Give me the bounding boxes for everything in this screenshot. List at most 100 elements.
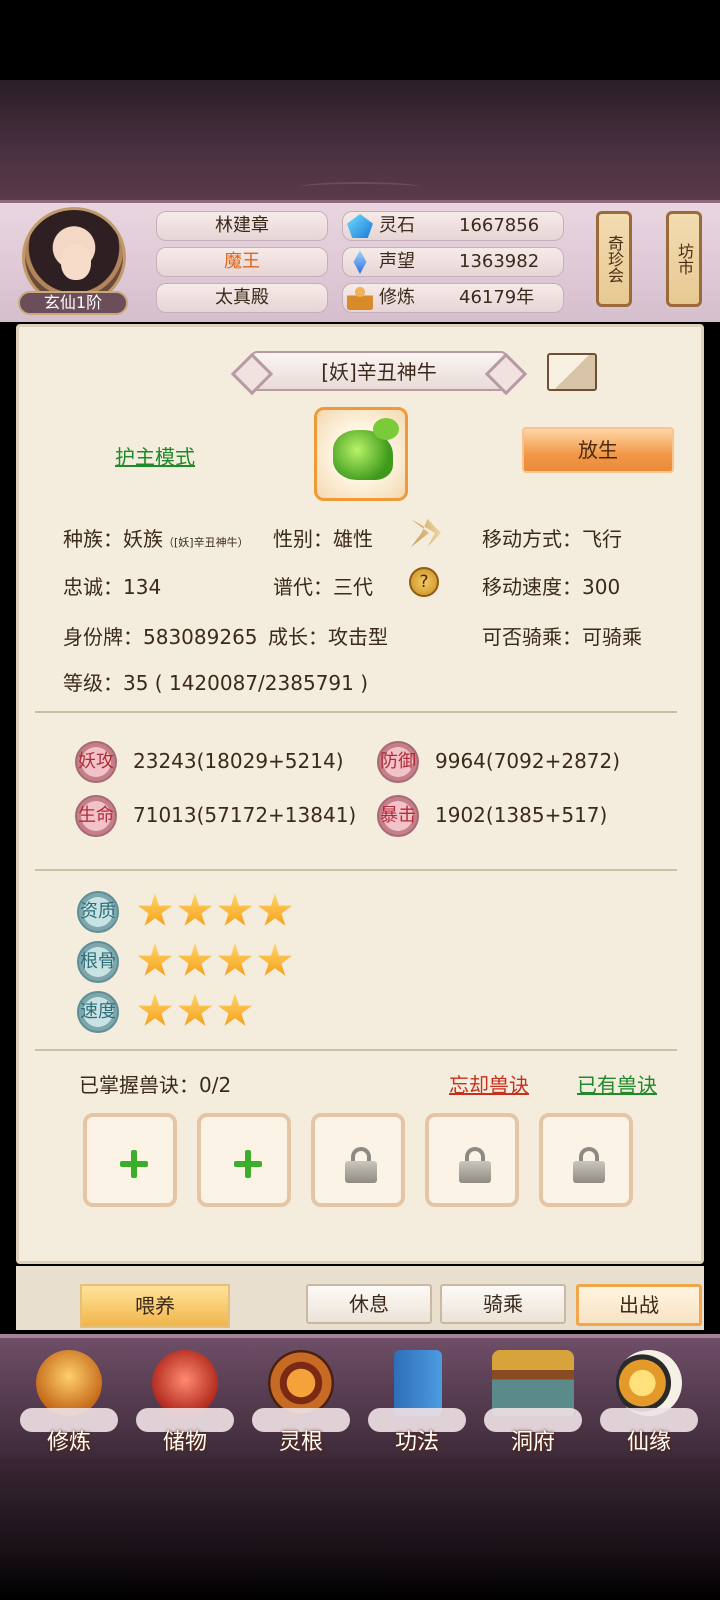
level-field: 等级：35 ( 1420087/2385791 )	[63, 671, 369, 695]
nav-spirit-root[interactable]: 灵根	[248, 1346, 354, 1456]
divider	[35, 1049, 677, 1051]
status-bar-area	[0, 0, 720, 80]
nav-label: 功法	[394, 1430, 439, 1455]
spirit-stone-icon	[347, 214, 373, 238]
generation-value: 三代	[333, 575, 373, 599]
skill-slot-add[interactable]	[197, 1113, 291, 1207]
star-icon	[217, 893, 253, 926]
move-speed-field: 移动速度：300	[482, 571, 620, 600]
avatar-face	[61, 244, 91, 280]
lock-icon	[573, 1147, 605, 1183]
ornament	[300, 182, 420, 192]
nav-label: 修炼	[46, 1430, 91, 1455]
crit-value: 1902(1385+517)	[435, 803, 608, 827]
rest-button[interactable]: 休息	[306, 1284, 432, 1324]
cave-house-icon	[492, 1350, 574, 1416]
action-bar: 喂养 休息 骑乘 出战	[16, 1266, 704, 1330]
skill-slot-add[interactable]	[83, 1113, 177, 1207]
mastered-label: 已掌握兽诀：	[79, 1073, 199, 1097]
star-icon	[177, 893, 213, 926]
level-label: 等级：	[63, 671, 123, 695]
hp-badge: 生命	[75, 795, 117, 837]
hp-value: 71013(57172+13841)	[133, 803, 357, 827]
gender-value: 雄性	[333, 527, 373, 551]
gender-label: 性别：	[273, 527, 333, 551]
defense-badge: 防御	[377, 741, 419, 783]
race-value: 妖族	[123, 527, 163, 551]
crit-badge: 暴击	[377, 795, 419, 837]
defense-value: 9964(7092+2872)	[435, 749, 621, 773]
star-icon	[257, 943, 293, 976]
move-speed-label: 移动速度：	[482, 575, 582, 599]
skill-slot-locked[interactable]	[539, 1113, 633, 1207]
lock-body	[459, 1161, 491, 1183]
star-icon	[137, 893, 173, 926]
nav-techniques[interactable]: 功法	[364, 1346, 470, 1456]
id-value: 583089265	[143, 625, 258, 649]
pet-name-plate: [妖]辛丑神牛	[251, 351, 507, 391]
loyalty-label: 忠诚：	[63, 575, 123, 599]
release-button[interactable]: 放生	[522, 427, 674, 473]
gender-toggle-icon[interactable]	[411, 519, 441, 547]
star-icon	[217, 993, 253, 1026]
nav-cave[interactable]: 洞府	[480, 1346, 586, 1456]
generation-field: 谱代：三代	[273, 571, 373, 600]
mastered-value: 0/2	[199, 1073, 232, 1097]
resource-value: 46179年	[459, 287, 535, 308]
ride-button[interactable]: 骑乘	[440, 1284, 566, 1324]
book-icon[interactable]	[547, 353, 597, 391]
resource-label: 灵石	[379, 215, 415, 236]
race-note: （[妖]辛丑神牛）	[163, 536, 249, 549]
nav-cultivate[interactable]: 修炼	[16, 1346, 122, 1456]
player-sect: 太真殿	[156, 283, 328, 313]
move-type-field: 移动方式：飞行	[482, 523, 622, 552]
resource-value: 1667856	[459, 215, 540, 236]
gourd-icon	[616, 1350, 682, 1416]
level-value: 35	[123, 671, 149, 695]
race-note-text: [妖]辛丑神牛	[174, 536, 238, 549]
race-field: 种族：妖族（[妖]辛丑神牛）	[63, 523, 249, 552]
treasure-fair-button[interactable]: 奇珍会	[596, 211, 632, 307]
star-icon	[177, 993, 213, 1026]
help-icon[interactable]: ?	[409, 567, 439, 597]
growth-label: 成长：	[268, 625, 328, 649]
background-bottom	[0, 1458, 720, 1600]
owned-skills-link[interactable]: 已有兽诀	[577, 1069, 657, 1098]
star-icon	[137, 993, 173, 1026]
growth-value: 攻击型	[328, 625, 388, 649]
forget-skill-link[interactable]: 忘却兽诀	[449, 1069, 529, 1098]
resource-spirit-stone: 灵石 1667856	[342, 211, 564, 241]
guard-mode-link[interactable]: 护主模式	[115, 441, 195, 470]
pet-portrait[interactable]	[314, 407, 408, 501]
skill-slot-locked[interactable]	[425, 1113, 519, 1207]
ox-icon	[333, 418, 399, 480]
nav-storage[interactable]: 储物	[132, 1346, 238, 1456]
exp-value: 1420087/2385791	[168, 671, 354, 695]
player-title: 魔王	[156, 247, 328, 277]
attack-value: 23243(18029+5214)	[133, 749, 344, 773]
lock-body	[345, 1161, 377, 1183]
mastered-skills: 已掌握兽诀：0/2	[79, 1069, 231, 1098]
nav-label: 洞府	[510, 1430, 555, 1455]
resource-cultivation: 修炼 46179年	[342, 283, 564, 313]
rideable-value: 可骑乘	[582, 625, 642, 649]
attack-badge: 妖攻	[75, 741, 117, 783]
nav-label: 储物	[162, 1430, 207, 1455]
lock-body	[573, 1161, 605, 1183]
loyalty-value: 134	[123, 575, 162, 599]
skill-slot-locked[interactable]	[311, 1113, 405, 1207]
fame-icon	[353, 250, 367, 274]
bottom-nav: 修炼 储物 灵根 功法 洞府 仙缘	[0, 1334, 720, 1458]
resource-value: 1363982	[459, 251, 540, 272]
market-button[interactable]: 坊市	[666, 211, 702, 307]
lock-icon	[345, 1147, 377, 1183]
nav-fate[interactable]: 仙缘	[596, 1346, 702, 1456]
spirit-root-icon	[268, 1350, 334, 1416]
meditation-icon	[347, 286, 373, 310]
rideable-field: 可否骑乘：可骑乘	[482, 621, 642, 650]
fight-button[interactable]: 出战	[576, 1284, 702, 1326]
star-icon	[137, 943, 173, 976]
star-icon	[177, 943, 213, 976]
gender-field: 性别：雄性	[273, 523, 373, 552]
feed-button[interactable]: 喂养	[80, 1284, 230, 1328]
